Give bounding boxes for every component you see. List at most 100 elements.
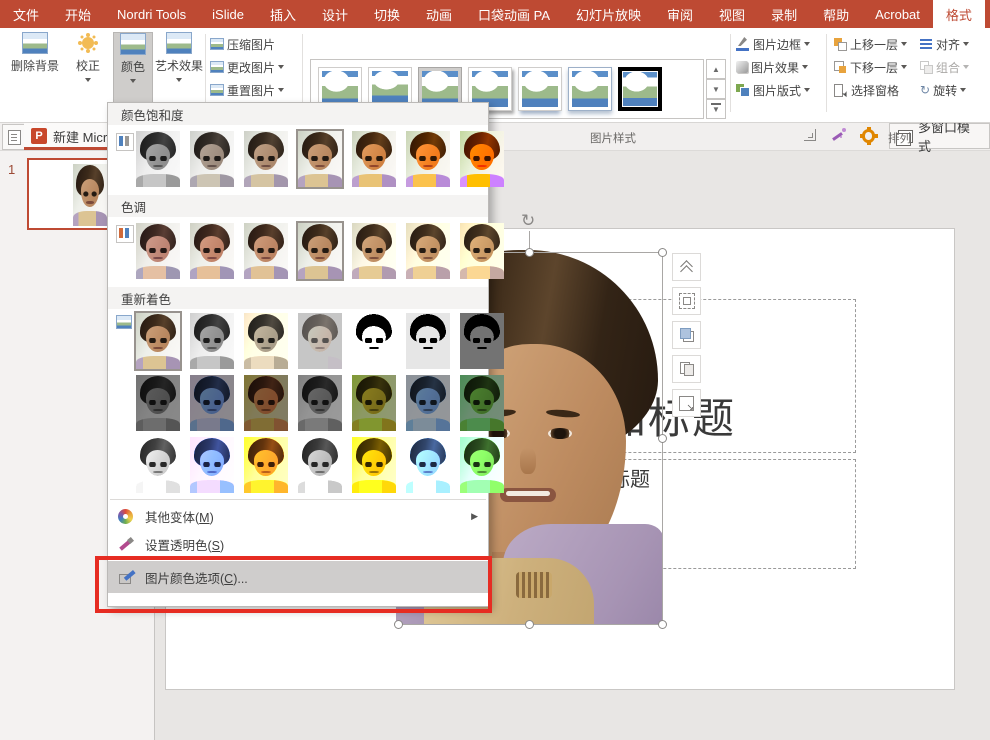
group-icon bbox=[920, 61, 933, 74]
gallery-scroll-up-button[interactable]: ▲ bbox=[706, 59, 726, 79]
recolor-variant-thumbnail[interactable] bbox=[134, 435, 182, 495]
group-divider bbox=[730, 34, 731, 112]
ribbon-tab[interactable]: 设计 bbox=[309, 0, 361, 28]
tone-variant-thumbnail[interactable] bbox=[350, 221, 398, 281]
recolor-variant-thumbnail[interactable] bbox=[404, 311, 452, 371]
layer-order-button[interactable] bbox=[672, 321, 701, 349]
resize-handle-bottom-left[interactable] bbox=[394, 620, 403, 629]
tone-variant-thumbnail[interactable] bbox=[296, 221, 344, 281]
ribbon-tab[interactable]: 审阅 bbox=[654, 0, 706, 28]
tone-variant-thumbnail[interactable] bbox=[242, 221, 290, 281]
resize-handle-bottom-right[interactable] bbox=[658, 620, 667, 629]
ribbon-tab[interactable]: Acrobat bbox=[862, 0, 933, 28]
recolor-variant-thumbnail[interactable] bbox=[404, 373, 452, 433]
picture-style-thumbnail[interactable] bbox=[518, 67, 562, 111]
resize-handle-top-right[interactable] bbox=[658, 248, 667, 257]
gallery-scroll-down-button[interactable]: ▼ bbox=[706, 79, 726, 99]
transparent-color-icon bbox=[118, 537, 133, 552]
selection-pane-icon bbox=[834, 84, 848, 97]
ribbon-tab[interactable]: 格式 bbox=[933, 0, 985, 28]
collapse-toolbar-button[interactable] bbox=[672, 253, 701, 281]
rotate-button[interactable]: ↻ 旋转 bbox=[920, 80, 966, 100]
tone-variant-thumbnail[interactable] bbox=[188, 221, 236, 281]
saturation-variant-thumbnail[interactable] bbox=[134, 129, 182, 189]
recolor-variant-thumbnail[interactable] bbox=[188, 435, 236, 495]
recolor-variant-thumbnail[interactable] bbox=[188, 373, 236, 433]
saturation-variant-thumbnail[interactable] bbox=[350, 129, 398, 189]
picture-effects-button[interactable]: 图片效果 bbox=[736, 57, 808, 77]
ribbon-tab[interactable]: 开始 bbox=[52, 0, 104, 28]
ribbon-tab[interactable]: 文件 bbox=[0, 0, 52, 28]
compress-picture-button[interactable]: 压缩图片 bbox=[210, 34, 278, 54]
recolor-variant-thumbnail[interactable] bbox=[134, 373, 182, 433]
recolor-variant-thumbnail[interactable] bbox=[296, 435, 344, 495]
ribbon-tab[interactable]: 幻灯片放映 bbox=[563, 0, 654, 28]
recolor-variant-thumbnail[interactable] bbox=[134, 311, 182, 371]
group-button[interactable]: 组合 bbox=[920, 57, 969, 77]
recolor-variant-thumbnail[interactable] bbox=[404, 435, 452, 495]
more-variants-menu-item[interactable]: 其他变体(M) ▶ bbox=[108, 503, 488, 529]
recolor-variant-thumbnail[interactable] bbox=[458, 311, 506, 371]
align-button[interactable]: 对齐 bbox=[920, 34, 969, 54]
picture-border-button[interactable]: 图片边框 bbox=[736, 34, 810, 54]
saturation-variant-thumbnail[interactable] bbox=[242, 129, 290, 189]
saturation-variant-thumbnail[interactable] bbox=[404, 129, 452, 189]
picture-style-thumbnail[interactable] bbox=[618, 67, 662, 111]
recolor-variant-thumbnail[interactable] bbox=[242, 435, 290, 495]
gear-icon[interactable] bbox=[862, 129, 876, 143]
tone-variant-thumbnail[interactable] bbox=[458, 221, 506, 281]
recolor-variant-thumbnail[interactable] bbox=[296, 311, 344, 371]
bring-forward-button[interactable]: 上移一层 bbox=[834, 34, 907, 54]
ribbon-tab[interactable]: 录制 bbox=[758, 0, 810, 28]
recolor-variant-thumbnail[interactable] bbox=[458, 435, 506, 495]
ribbon-tab-bar: 文件开始Nordri ToolsiSlide插入设计切换动画口袋动画 PA幻灯片… bbox=[0, 0, 990, 28]
gallery-more-button[interactable]: ▼ bbox=[706, 99, 726, 119]
anchor-position-button[interactable] bbox=[672, 287, 701, 315]
rotation-handle[interactable]: ↻ bbox=[521, 212, 539, 230]
ribbon-tab[interactable]: Nordri Tools bbox=[104, 0, 199, 28]
recolor-variant-thumbnail[interactable] bbox=[296, 373, 344, 433]
reset-picture-button[interactable]: 重置图片 bbox=[210, 80, 284, 100]
corrections-button[interactable]: 校正 bbox=[66, 32, 110, 120]
resize-handle-top[interactable] bbox=[525, 248, 534, 257]
set-transparent-color-menu-item[interactable]: 设置透明色(S) bbox=[108, 531, 488, 557]
recolor-variant-thumbnail[interactable] bbox=[242, 373, 290, 433]
recolor-variant-thumbnail[interactable] bbox=[350, 311, 398, 371]
ribbon-tab[interactable]: 插入 bbox=[257, 0, 309, 28]
saturation-variant-thumbnail[interactable] bbox=[296, 129, 344, 189]
ribbon-tab[interactable]: 切换 bbox=[361, 0, 413, 28]
saturation-variant-thumbnail[interactable] bbox=[188, 129, 236, 189]
magic-wand-icon[interactable] bbox=[830, 128, 846, 144]
menu-separator bbox=[110, 499, 486, 500]
resize-handle-right[interactable] bbox=[658, 434, 667, 443]
recolor-variant-thumbnail[interactable] bbox=[350, 435, 398, 495]
tone-section-header: 色调 bbox=[108, 195, 488, 217]
ribbon-tab[interactable]: 视图 bbox=[706, 0, 758, 28]
tone-variant-thumbnail[interactable] bbox=[134, 221, 182, 281]
change-picture-button[interactable]: 更改图片 bbox=[210, 57, 284, 77]
recolor-variant-thumbnail[interactable] bbox=[242, 311, 290, 371]
picture-border-icon bbox=[736, 37, 750, 51]
ribbon-tab[interactable]: 口袋动画 PA bbox=[465, 0, 563, 28]
duplicate-button[interactable] bbox=[672, 355, 701, 383]
align-icon bbox=[920, 38, 933, 50]
group-divider bbox=[205, 34, 206, 112]
recolor-variant-thumbnail[interactable] bbox=[350, 373, 398, 433]
ribbon-tab[interactable]: iSlide bbox=[199, 0, 257, 28]
switch-windows-button[interactable] bbox=[2, 124, 26, 150]
resize-handle-bottom[interactable] bbox=[525, 620, 534, 629]
picture-style-thumbnail[interactable] bbox=[568, 67, 612, 111]
picture-styles-dialog-launcher[interactable] bbox=[804, 129, 816, 141]
ribbon-tab[interactable]: 动画 bbox=[413, 0, 465, 28]
selection-pane-button[interactable]: 选择窗格 bbox=[834, 80, 902, 100]
send-backward-button[interactable]: 下移一层 bbox=[834, 57, 907, 77]
resize-fill-button[interactable] bbox=[672, 389, 701, 417]
tone-variant-thumbnail[interactable] bbox=[404, 221, 452, 281]
ribbon-tab[interactable]: 帮助 bbox=[810, 0, 862, 28]
saturation-variant-thumbnail[interactable] bbox=[458, 129, 506, 189]
recolor-variant-thumbnail[interactable] bbox=[458, 373, 506, 433]
picture-layout-button[interactable]: 图片版式 bbox=[736, 80, 810, 100]
recolor-variant-thumbnail[interactable] bbox=[188, 311, 236, 371]
document-tab-title: 新建 Micro bbox=[53, 127, 114, 146]
remove-background-button[interactable]: 删除背景 bbox=[6, 32, 64, 120]
